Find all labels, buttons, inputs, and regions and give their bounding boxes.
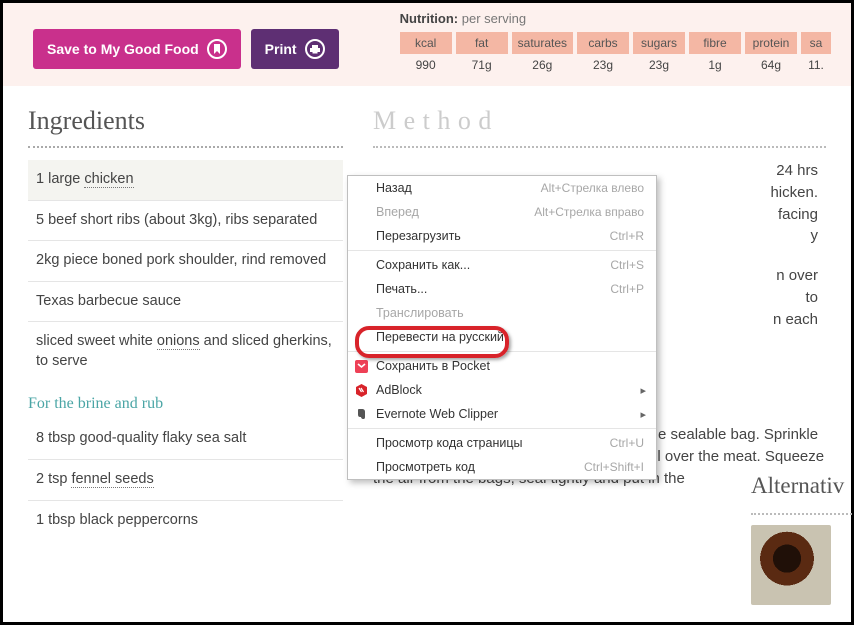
ingredients-list: 1 large chicken 5 beef short ribs (about… [28,160,343,381]
print-label: Print [265,41,297,57]
cm-separator [348,250,656,251]
list-item: 5 beef short ribs (about 3kg), ribs sepa… [28,200,343,241]
cm-separator [348,351,656,352]
save-button[interactable]: Save to My Good Food [33,29,241,69]
bookmark-icon [207,39,227,59]
nutrition-table: kcal990 fat71g saturates26g carbs23g sug… [400,32,831,76]
nutrition-heading: Nutrition: per serving [400,11,831,26]
cm-adblock[interactable]: AdBlock [348,378,656,402]
ingredient-link[interactable]: chicken [84,171,133,188]
list-item: 2 tsp fennel seeds [28,459,343,500]
ingredient-link[interactable]: fennel seeds [71,471,153,488]
nutr-col: sa11. [801,32,831,76]
cm-separator [348,428,656,429]
print-button[interactable]: Print [251,29,339,69]
cm-save-as[interactable]: Сохранить как...Ctrl+S [348,253,656,277]
cm-back[interactable]: НазадAlt+Стрелка влево [348,176,656,200]
list-item: 2kg piece boned pork shoulder, rind remo… [28,240,343,281]
cm-reload[interactable]: ПерезагрузитьCtrl+R [348,224,656,248]
cm-cast: Транслировать [348,301,656,325]
ingredient-link[interactable]: onions [157,333,200,350]
alternatives-section: Alternativ [751,473,851,605]
cm-evernote[interactable]: Evernote Web Clipper [348,402,656,426]
ingredients-subheading: For the brine and rub [28,395,343,413]
nutr-col: kcal990 [400,32,452,76]
nutr-col: protein64g [745,32,797,76]
list-item: sliced sweet white onions and sliced ghe… [28,321,343,381]
nutr-col: carbs23g [577,32,629,76]
list-item: 1 tbsp black peppercorns [28,500,343,541]
ingredients-sublist: 8 tbsp good-quality flaky sea salt 2 tsp… [28,419,343,540]
cm-forward: ВпередAlt+Стрелка вправо [348,200,656,224]
cm-pocket[interactable]: Сохранить в Pocket [348,354,656,378]
printer-icon [305,39,325,59]
evernote-icon [354,407,369,422]
ingredients-section: Ingredients 1 large chicken 5 beef short… [28,106,343,540]
cm-translate-to-russian[interactable]: Перевести на русский [348,325,656,349]
method-heading: M e t h o d [373,106,826,136]
save-label: Save to My Good Food [47,41,199,57]
adblock-icon [354,383,369,398]
list-item: 8 tbsp good-quality flaky sea salt [28,419,343,459]
cm-view-source[interactable]: Просмотр кода страницыCtrl+U [348,431,656,455]
nutr-col: fat71g [456,32,508,76]
pocket-icon [354,359,369,374]
alternative-thumbnail[interactable] [751,525,831,605]
separator [28,146,343,148]
nutr-col: saturates26g [512,32,573,76]
context-menu[interactable]: НазадAlt+Стрелка влево ВпередAlt+Стрелка… [347,175,657,480]
top-bar: Save to My Good Food Print Nutrition: pe… [3,3,851,86]
nutrition-block: Nutrition: per serving kcal990 fat71g sa… [400,11,831,76]
list-item: 1 large chicken [28,160,343,200]
separator [751,513,854,515]
ingredients-heading: Ingredients [28,106,343,136]
cm-inspect[interactable]: Просмотреть кодCtrl+Shift+I [348,455,656,479]
cm-print[interactable]: Печать...Ctrl+P [348,277,656,301]
separator [373,146,826,148]
nutr-col: fibre1g [689,32,741,76]
alternatives-heading: Alternativ [751,473,851,499]
list-item: Texas barbecue sauce [28,281,343,322]
nutr-col: sugars23g [633,32,685,76]
